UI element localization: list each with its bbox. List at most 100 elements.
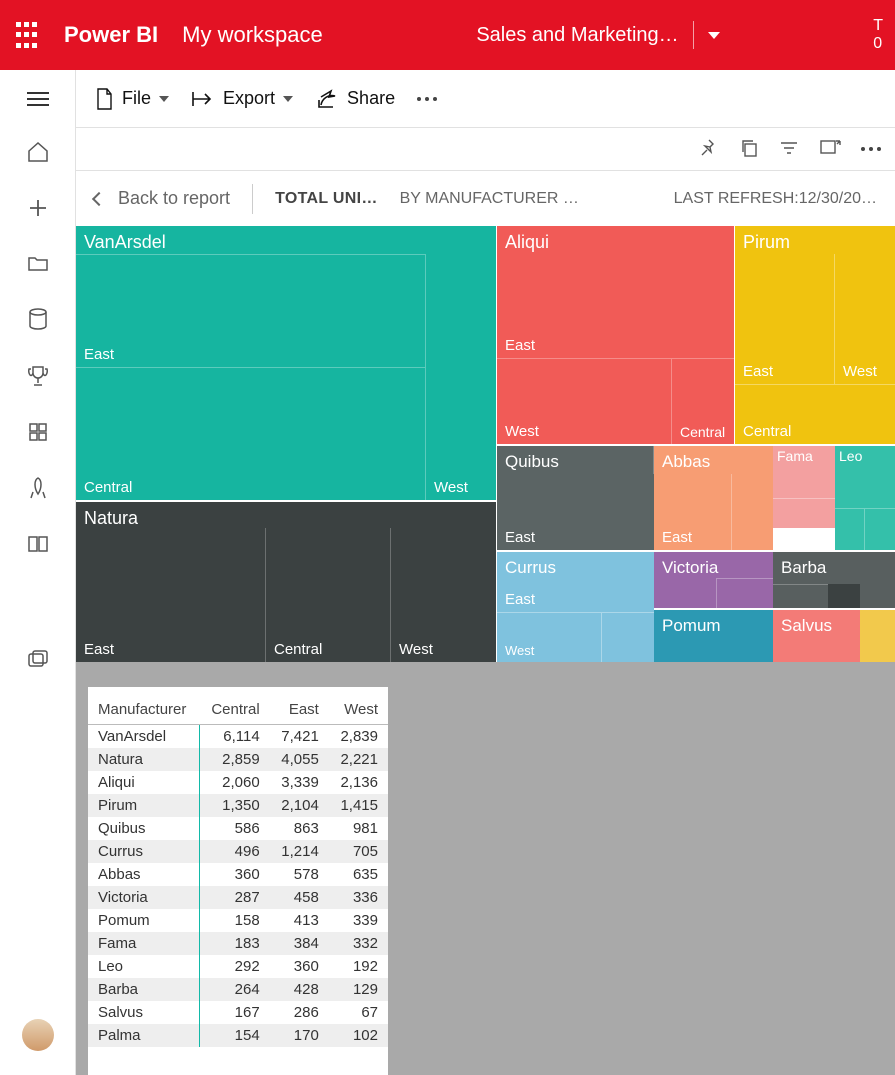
table-row[interactable]: Pirum1,3502,1041,415 [88, 794, 388, 817]
treemap-tile[interactable] [835, 508, 865, 550]
avatar[interactable] [22, 1019, 54, 1051]
workspace-link[interactable]: My workspace [182, 22, 323, 48]
home-icon[interactable] [26, 140, 50, 167]
table-row[interactable]: VanArsdel6,1147,4212,839 [88, 725, 388, 749]
copy-icon[interactable] [739, 138, 759, 161]
workspaces-icon[interactable] [26, 648, 50, 673]
region-label: East [505, 529, 535, 546]
export-menu[interactable]: Export [191, 88, 293, 109]
more-options-icon[interactable] [417, 97, 437, 101]
table-row[interactable]: Victoria287458336 [88, 886, 388, 909]
table-row[interactable]: Abbas360578635 [88, 863, 388, 886]
divider [252, 184, 253, 214]
treemap-tile-salvus[interactable]: Salvus [773, 610, 860, 662]
region-label: West [505, 643, 534, 658]
filter-icon[interactable] [779, 139, 799, 160]
trophy-icon[interactable] [26, 364, 50, 391]
col-west[interactable]: West [329, 695, 388, 725]
treemap-tile[interactable]: West [835, 254, 895, 384]
treemap-tile-aliqui[interactable]: Aliqui [497, 226, 734, 254]
back-to-report-link[interactable]: Back to report [94, 188, 230, 209]
tile-label: Pirum [743, 232, 790, 252]
treemap-tile[interactable]: West [391, 528, 496, 662]
treemap-tile[interactable]: East [76, 254, 426, 367]
cell-central: 496 [199, 840, 269, 863]
main-content: File Export Share [76, 70, 895, 1075]
breadcrumb-total-units[interactable]: TOTAL UNI… [275, 190, 378, 208]
report-title[interactable]: Sales and Marketing… [476, 24, 678, 47]
treemap-tile[interactable] [773, 498, 835, 528]
treemap-tile[interactable] [616, 474, 654, 550]
table-row[interactable]: Pomum158413339 [88, 909, 388, 932]
treemap-tile[interactable] [860, 610, 895, 662]
treemap-tile-pomum[interactable]: Pomum [654, 610, 773, 662]
share-button[interactable]: Share [315, 88, 395, 110]
table-row[interactable]: Salvus16728667 [88, 1001, 388, 1024]
treemap-tile-currus[interactable]: CurrusEast [497, 552, 654, 612]
treemap-tile[interactable]: Central [76, 367, 426, 500]
table-row[interactable]: Palma154170102 [88, 1024, 388, 1047]
pin-icon[interactable] [699, 138, 719, 161]
cell-west: 67 [329, 1001, 388, 1024]
cell-east: 2,104 [270, 794, 329, 817]
treemap-tile-pirum[interactable]: Pirum [735, 226, 895, 254]
treemap-tile[interactable]: Central [266, 528, 391, 662]
treemap-tile[interactable]: West [497, 359, 672, 444]
breadcrumb-by-manufacturer[interactable]: BY MANUFACTURER … [400, 190, 579, 208]
cell-east: 3,339 [270, 771, 329, 794]
app-launcher-icon[interactable] [12, 21, 40, 49]
cell-central: 167 [199, 1001, 269, 1024]
plus-icon[interactable] [27, 197, 49, 222]
treemap-tile[interactable]: East [735, 254, 835, 384]
region-label: West [399, 641, 433, 658]
file-menu[interactable]: File [94, 87, 169, 111]
reset-icon[interactable] [815, 86, 837, 111]
focus-mode-icon[interactable] [819, 138, 841, 161]
table-row[interactable]: Leo292360192 [88, 955, 388, 978]
bookmark-icon[interactable] [859, 85, 877, 112]
treemap-tile[interactable]: Central [735, 384, 895, 444]
treemap-tile[interactable] [602, 612, 654, 662]
table-row[interactable]: Fama183384332 [88, 932, 388, 955]
treemap-tile[interactable]: East [497, 254, 734, 359]
menu-icon[interactable] [27, 88, 49, 110]
database-icon[interactable] [27, 307, 49, 334]
region-label: Central [743, 423, 791, 440]
table-row[interactable]: Barba264428129 [88, 978, 388, 1001]
col-east[interactable]: East [270, 695, 329, 725]
treemap-tile[interactable]: West [497, 612, 602, 662]
apps-icon[interactable] [27, 421, 49, 446]
table-row[interactable]: Aliqui2,0603,3392,136 [88, 771, 388, 794]
tile-label: Fama [777, 448, 813, 464]
treemap-tile[interactable] [716, 578, 773, 608]
table-row[interactable]: Natura2,8594,0552,221 [88, 748, 388, 771]
cell-central: 1,350 [199, 794, 269, 817]
data-table-visual[interactable]: Manufacturer Central East West VanArsdel… [88, 687, 388, 1075]
learn-icon[interactable] [26, 533, 50, 558]
tile-label: Aliqui [505, 232, 549, 252]
treemap-visual[interactable]: VanArsdel East Central West Natura East … [76, 226, 895, 662]
more-visual-options-icon[interactable] [861, 147, 881, 151]
treemap-tile-leo[interactable]: Leo [835, 446, 895, 508]
cell-east: 458 [270, 886, 329, 909]
col-manufacturer[interactable]: Manufacturer [88, 695, 199, 725]
folder-icon[interactable] [26, 252, 50, 277]
deploy-icon[interactable] [27, 476, 49, 503]
region-label: East [505, 337, 535, 354]
chevron-down-icon[interactable] [708, 32, 720, 39]
treemap-tile[interactable] [731, 474, 773, 550]
header-corner: T0 [873, 17, 883, 53]
cell-central: 2,859 [199, 748, 269, 771]
table-row[interactable]: Currus4961,214705 [88, 840, 388, 863]
tile-label: Victoria [662, 558, 718, 577]
treemap-tile[interactable] [828, 584, 860, 608]
treemap-tile[interactable]: Central [672, 359, 734, 444]
col-central[interactable]: Central [199, 695, 269, 725]
table-row[interactable]: Quibus586863981 [88, 817, 388, 840]
treemap-tile[interactable]: West [426, 254, 496, 500]
treemap-tile[interactable] [865, 508, 895, 550]
treemap-tile-vanarsdel[interactable]: VanArsdel [76, 226, 496, 254]
treemap-tile[interactable] [773, 584, 828, 608]
treemap-tile-natura[interactable]: Natura [76, 502, 496, 528]
treemap-tile[interactable]: East [76, 528, 266, 662]
